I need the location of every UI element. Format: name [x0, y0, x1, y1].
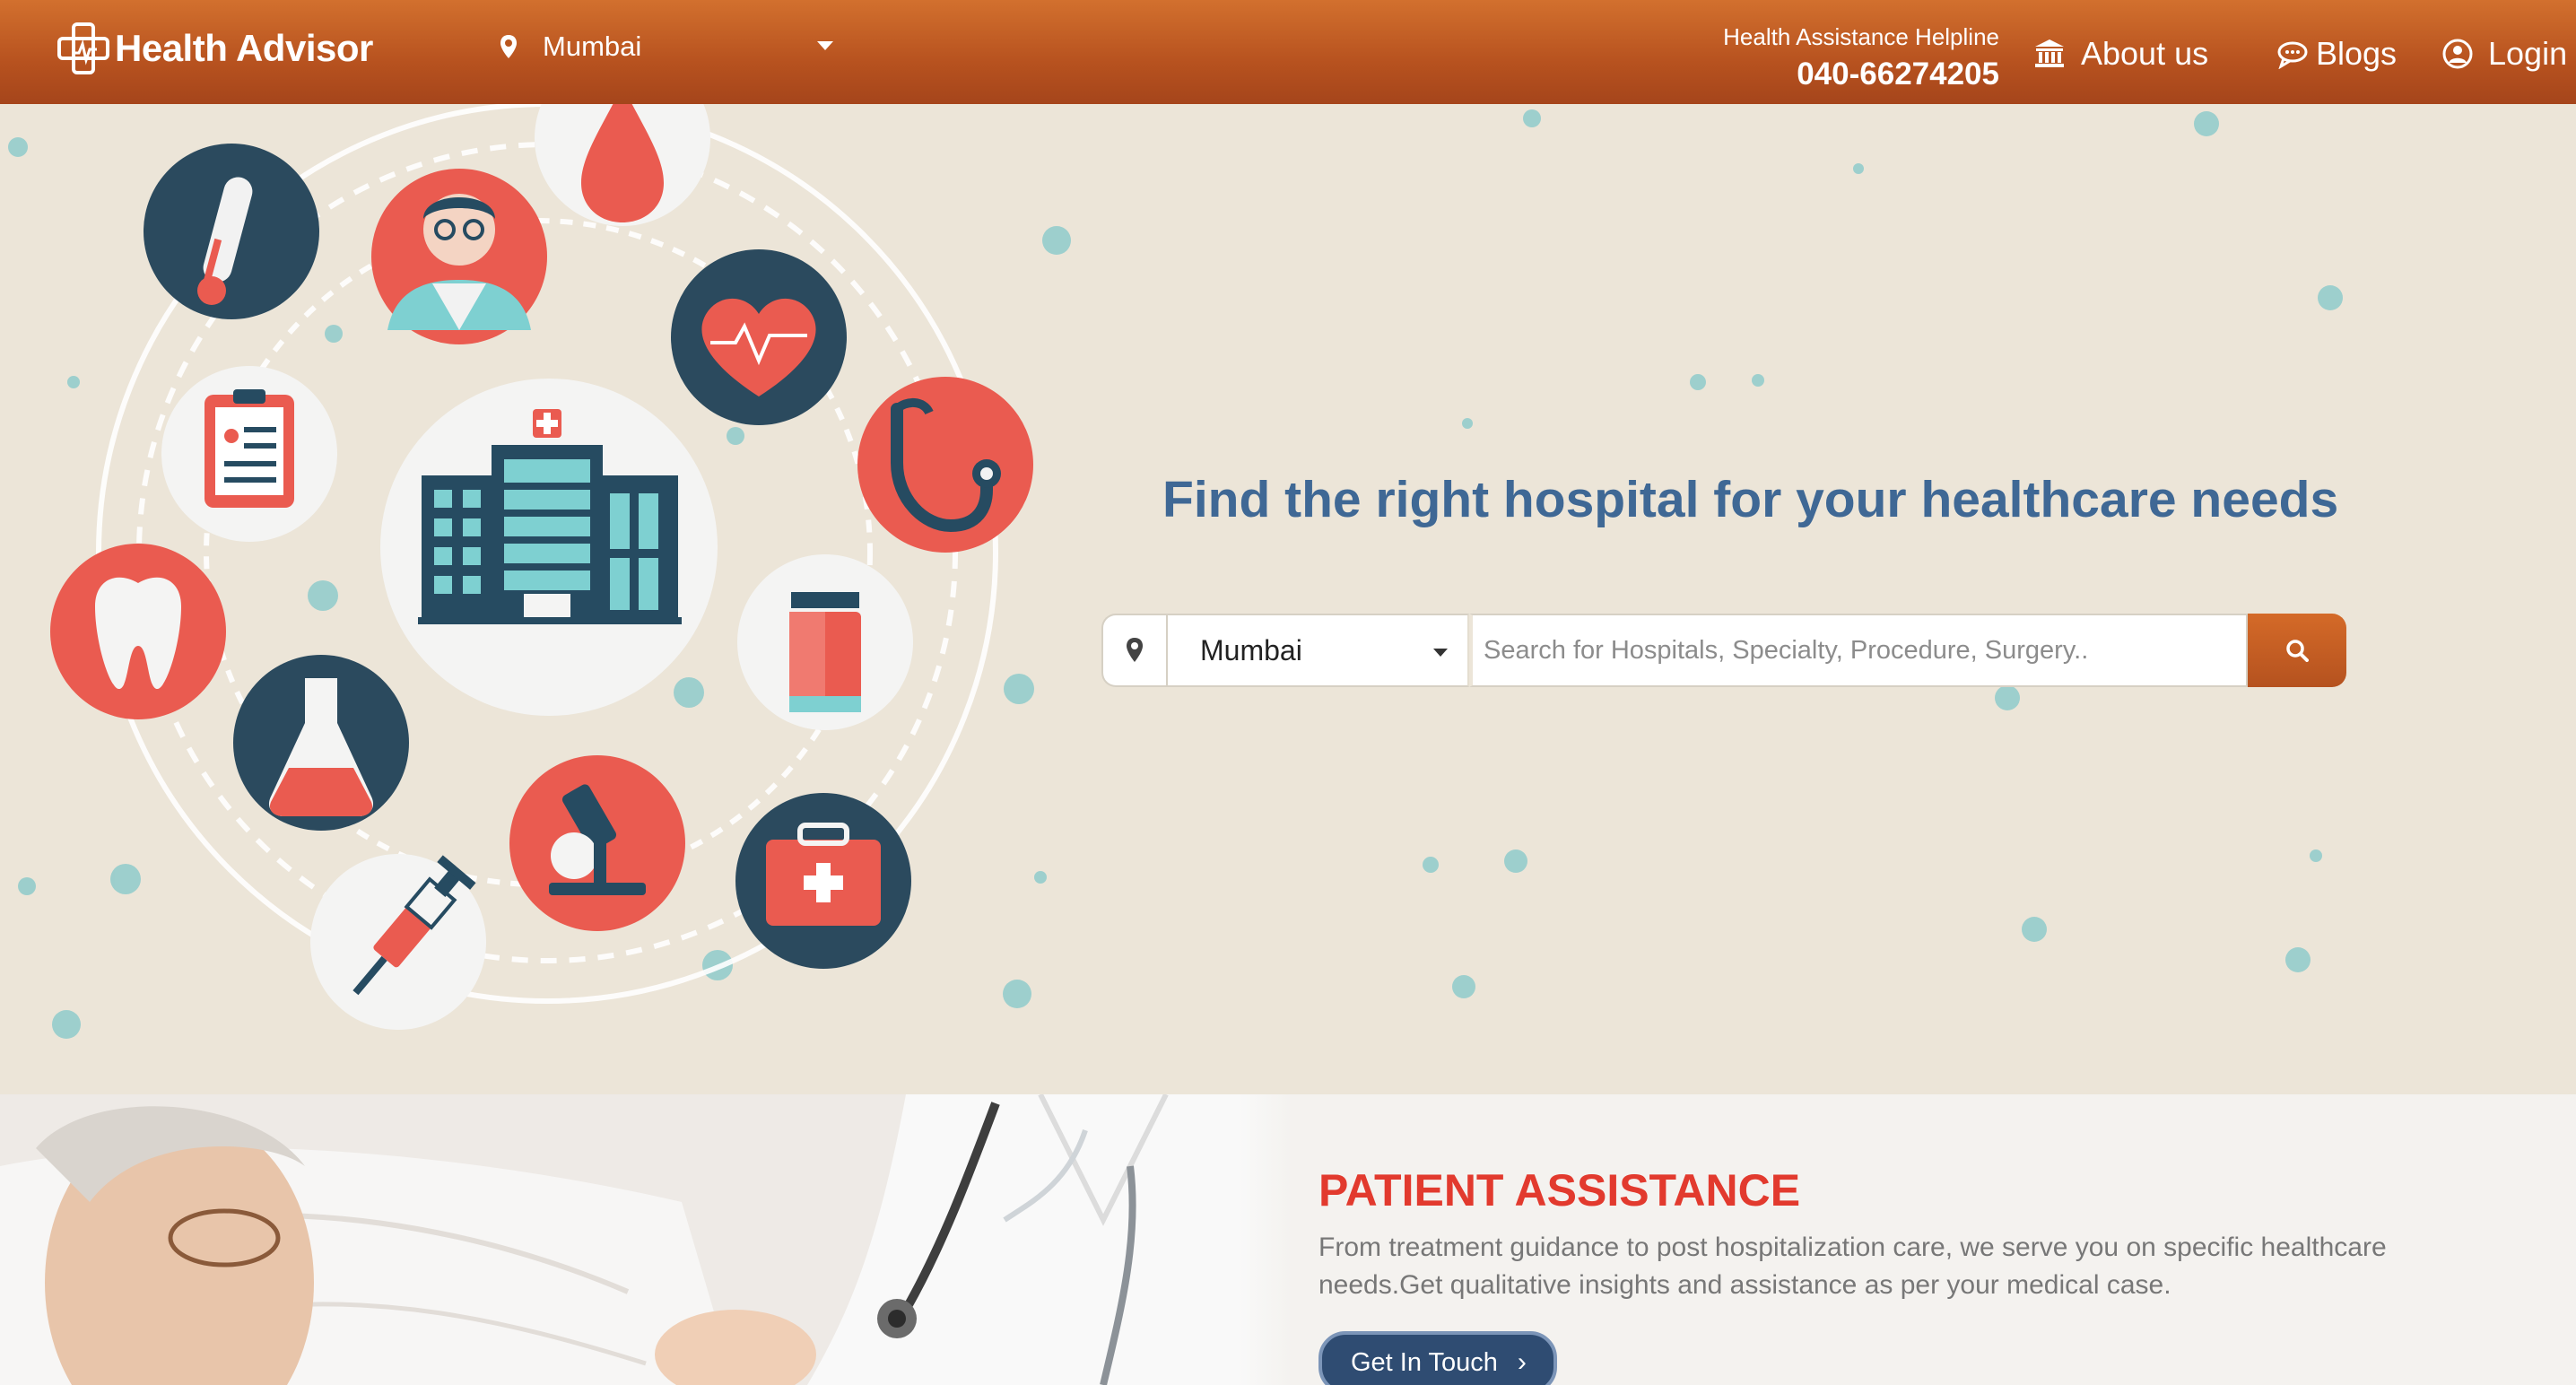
hospital-search-input[interactable]	[1469, 614, 2248, 687]
helpline-number[interactable]: 040-66274205	[1723, 57, 1999, 92]
top-navbar: Health Advisor Mumbai Health Assistance …	[0, 0, 2576, 104]
hero-section: Find the right hospital for your healthc…	[0, 104, 2576, 1094]
chevron-down-icon	[817, 41, 833, 50]
patient-assistance-section: PATIENT ASSISTANCE From treatment guidan…	[0, 1094, 2576, 1385]
nav-about-label: About us	[2081, 35, 2209, 72]
nav-blogs-label: Blogs	[2316, 35, 2398, 72]
syringe-icon	[310, 854, 486, 1030]
bank-icon	[2035, 39, 2064, 67]
lab-flask-icon	[233, 655, 409, 831]
stethoscope-icon	[857, 377, 1033, 553]
helpline: Health Assistance Helpline 040-66274205	[1723, 23, 1999, 92]
nav-login[interactable]: Login	[2441, 32, 2567, 75]
header-city-label: Mumbai	[543, 30, 642, 62]
chevron-down-icon	[1433, 649, 1448, 657]
nav-login-label: Login	[2488, 35, 2568, 72]
thermometer-icon	[144, 144, 319, 319]
search-city-label: Mumbai	[1200, 633, 1302, 666]
chevron-right-icon: ›	[1517, 1347, 1527, 1377]
hospital-search-bar: Mumbai	[1101, 614, 2346, 687]
healthcare-illustration	[8, 104, 2343, 1039]
brand-logo[interactable]: Health Advisor	[56, 20, 373, 77]
search-location-pin	[1101, 614, 1166, 687]
clipboard-report-icon	[161, 366, 337, 542]
location-pin-icon	[1127, 638, 1143, 662]
nav-blogs[interactable]: Blogs	[2276, 32, 2397, 75]
logo-cross-icon	[57, 22, 109, 74]
blood-drop-icon	[535, 104, 710, 226]
assistance-description: From treatment guidance to post hospital…	[1318, 1233, 2387, 1300]
heart-rate-icon	[671, 249, 847, 425]
location-pin-icon	[500, 35, 517, 58]
search-icon	[2286, 640, 2309, 662]
nav-about-us[interactable]: About us	[2032, 32, 2208, 75]
user-circle-icon	[2442, 39, 2473, 69]
header-city-select[interactable]: Mumbai	[498, 25, 839, 68]
chat-bubble-icon	[2277, 41, 2308, 69]
brand-name: Health Advisor	[115, 27, 373, 69]
doctor-patient-photo	[0, 1094, 1292, 1385]
microscope-icon	[509, 755, 685, 931]
medicine-bottle-icon	[737, 554, 913, 730]
hero-title: Find the right hospital for your healthc…	[1162, 471, 2339, 528]
doctor-avatar-icon	[371, 169, 547, 344]
get-in-touch-button[interactable]: Get In Touch ›	[1318, 1331, 1557, 1385]
helpline-caption: Health Assistance Helpline	[1723, 23, 1999, 50]
hospital-building-icon	[380, 379, 718, 716]
assistance-title: PATIENT ASSISTANCE	[1318, 1165, 1801, 1215]
search-city-select[interactable]: Mumbai	[1166, 614, 1469, 687]
get-in-touch-label: Get In Touch	[1351, 1347, 1498, 1377]
tooth-icon	[50, 544, 226, 719]
search-button[interactable]	[2248, 614, 2346, 687]
first-aid-kit-icon	[735, 793, 911, 969]
